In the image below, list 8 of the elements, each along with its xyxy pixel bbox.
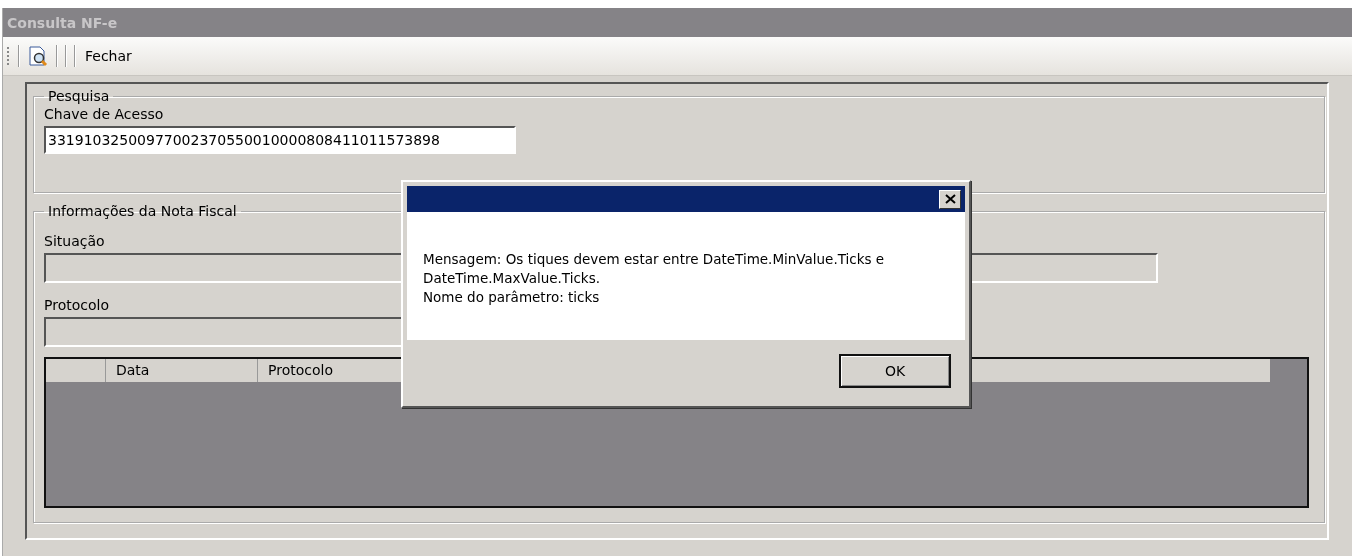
error-message: Mensagem: Os tiques devem estar entre DateTime.MinValue.Ticks e DateTime.MaxValue.Ticks.	[423, 250, 886, 288]
field-label: Situação	[44, 233, 105, 249]
group-title: Pesquisa	[47, 88, 111, 104]
field-label: Chave de Acesso	[44, 106, 164, 122]
parameter-message: Nome do parâmetro: ticks	[423, 288, 601, 307]
field-label: Protocolo	[44, 297, 109, 313]
group-title: Informações da Nota Fiscal	[47, 203, 238, 219]
window-title: Consulta NF-e	[7, 14, 118, 31]
